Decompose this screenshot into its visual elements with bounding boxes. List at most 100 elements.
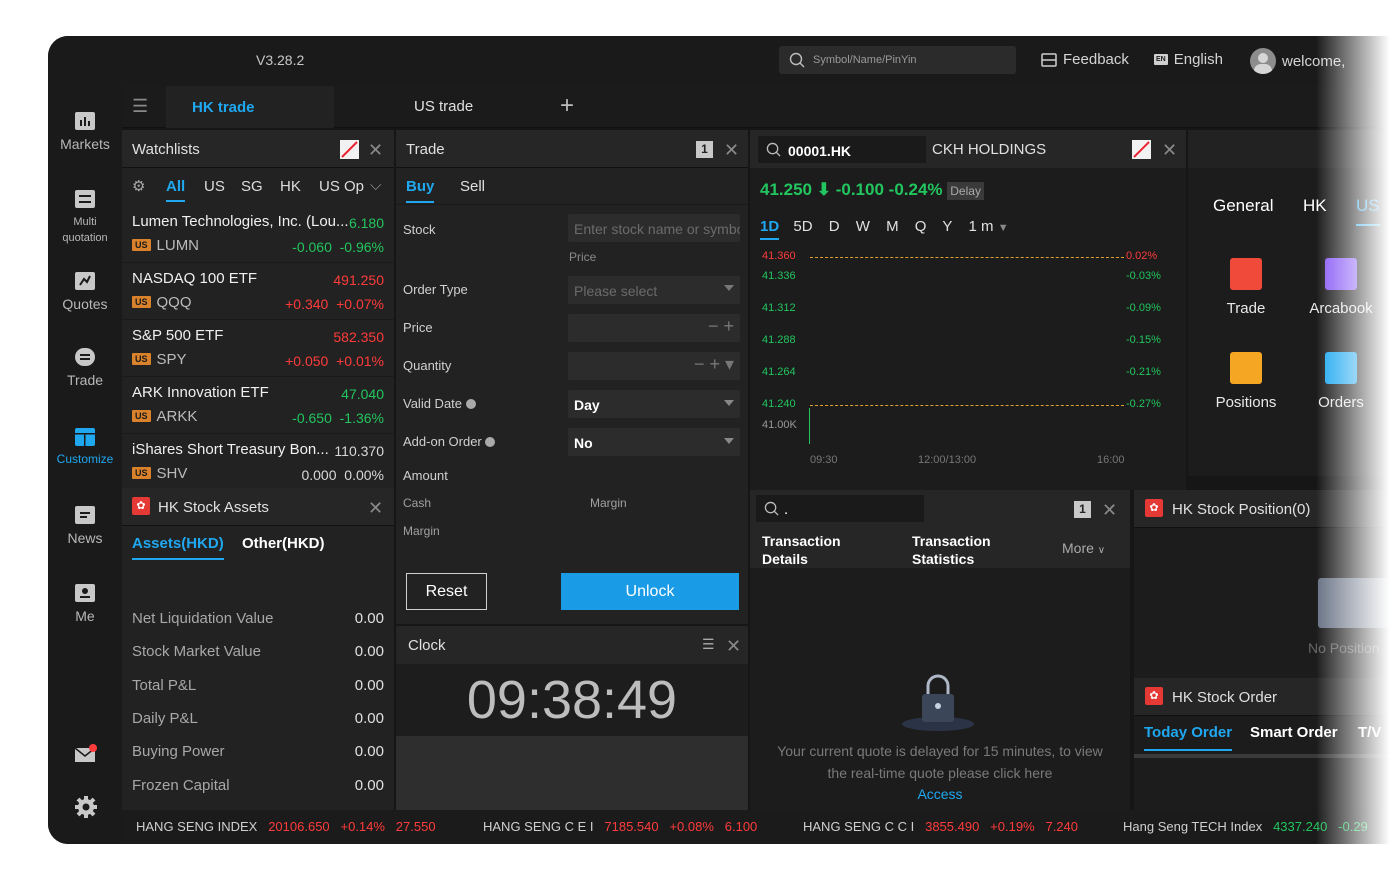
buy-tab[interactable]: Buy — [406, 178, 435, 203]
watchlist-row[interactable]: ARK Innovation ETF 47.040 US ARKK -0.650 -1.… — [122, 377, 394, 434]
period-d[interactable]: D — [829, 218, 840, 235]
stock-input[interactable]: Enter stock name or symbol — [568, 214, 740, 242]
settings-sliders-icon[interactable]: ☰ — [702, 636, 715, 653]
shortcut-trade[interactable]: Trade — [1200, 258, 1292, 317]
tab-today-order[interactable]: Today Order — [1144, 724, 1233, 751]
order-type-select[interactable]: Please select — [568, 276, 740, 304]
search-input[interactable]: Symbol/Name/PinYin — [779, 46, 1016, 74]
tab-transaction-details[interactable]: Transaction Details — [762, 532, 882, 568]
shortcut-orders[interactable]: Orders — [1295, 352, 1387, 411]
search-value: . — [784, 501, 789, 518]
close-icon[interactable]: ✕ — [368, 140, 383, 161]
amount-label: Amount — [403, 468, 448, 483]
sidebar-item-news[interactable]: News — [48, 506, 122, 546]
period-1d[interactable]: 1D — [760, 218, 780, 240]
settings-gear-icon[interactable] — [75, 796, 97, 821]
ticker-item[interactable]: Hang Seng TECH Index 4337.240 -0.29 — [1123, 819, 1379, 834]
filter-us-op[interactable]: US Op — [319, 178, 364, 195]
period-5d[interactable]: 5D — [793, 218, 812, 235]
index-pct: +0.08% — [669, 819, 714, 834]
watchlist-row[interactable]: Lumen Technologies, Inc. (Lou... 6.180 US L… — [122, 206, 394, 263]
access-link[interactable]: Access — [750, 786, 1130, 802]
settings-icon[interactable]: ⚙ — [132, 177, 145, 195]
shortcut-arcabook[interactable]: Arcabook — [1295, 258, 1387, 317]
filter-all[interactable]: All — [166, 178, 186, 202]
reset-button[interactable]: Reset — [406, 573, 487, 610]
user-menu[interactable]: welcome, — [1250, 48, 1345, 74]
price-input[interactable]: − + — [568, 314, 740, 342]
period-y[interactable]: Y — [942, 218, 952, 235]
stepper-icon[interactable]: − + ▾ — [694, 354, 734, 375]
language-button[interactable]: EN English — [1154, 51, 1223, 68]
sidebar-item-trade[interactable]: Trade — [48, 348, 122, 388]
index-pct: +0.19% — [990, 819, 1035, 834]
tab-smart-order[interactable]: Smart Order — [1250, 724, 1338, 741]
ticker-item[interactable]: HANG SENG C E I 7185.540 +0.08% 6.100 — [483, 819, 757, 834]
sell-tab[interactable]: Sell — [460, 178, 485, 195]
stepper-icon[interactable]: − + — [708, 316, 734, 337]
shortcut-positions[interactable]: Positions — [1200, 352, 1292, 411]
filter-sg[interactable]: SG — [241, 178, 263, 195]
quote-header: 00001.HK CKH HOLDINGS ✕ — [750, 130, 1186, 168]
mail-icon[interactable] — [74, 744, 98, 767]
link-group-badge[interactable]: 1 — [696, 141, 713, 158]
sidebar-item-customize[interactable]: Customize — [48, 428, 122, 466]
symbol-input[interactable]: 00001.HK — [758, 136, 926, 163]
tab-transaction-statistics[interactable]: Transaction Statistics — [912, 532, 1032, 568]
tab-us-trade[interactable]: US trade — [414, 98, 473, 115]
period-q[interactable]: Q — [915, 218, 927, 235]
watchlist-row[interactable]: NASDAQ 100 ETF 491.250 US QQQ +0.340 +0.07% — [122, 263, 394, 320]
tab-other-hkd[interactable]: Other(HKD) — [242, 535, 325, 552]
watchlist-row[interactable]: iShares Short Treasury Bon... 110.370 US SH… — [122, 434, 394, 488]
feedback-button[interactable]: Feedback — [1041, 51, 1129, 68]
price-label: Price — [403, 320, 433, 335]
close-icon[interactable]: ✕ — [1162, 140, 1177, 161]
quantity-input[interactable]: − + ▾ — [568, 352, 740, 380]
tab-tv[interactable]: T/V — [1358, 724, 1381, 741]
price-chart[interactable]: 41.360 0.02% 41.336 -0.03% 41.312 -0.09% 41.28… — [750, 244, 1186, 470]
sidebar-item-quotes[interactable]: Quotes — [48, 272, 122, 312]
stock-change-pct: -1.36% — [339, 410, 384, 426]
sidebar-item-markets[interactable]: Markets — [48, 112, 122, 152]
close-icon[interactable]: ✕ — [726, 636, 741, 657]
asset-value: 0.00 — [354, 709, 384, 727]
menu-icon[interactable]: ☰ — [132, 96, 148, 117]
period-w[interactable]: W — [856, 218, 870, 235]
add-tab-icon[interactable]: + — [560, 92, 574, 120]
tab-hk-trade[interactable]: HK trade — [166, 86, 334, 128]
sidebar: Markets Multi quotation Quotes Trade Cus… — [48, 86, 122, 844]
sidebar-item-me[interactable]: Me — [48, 584, 122, 624]
assets-header: HK Stock Assets — [122, 488, 394, 526]
valid-date-select[interactable]: Day — [568, 390, 740, 418]
tab-general[interactable]: General — [1213, 196, 1273, 216]
link-group-badge[interactable]: 1 — [1074, 501, 1091, 518]
ticker-item[interactable]: HANG SENG INDEX 20106.650 +0.14% 27.550 — [136, 819, 436, 834]
addon-value: No — [574, 435, 593, 451]
valid-date-value: Day — [574, 397, 600, 413]
more-button[interactable]: More ∨ — [1062, 540, 1105, 556]
chevron-down-icon[interactable]: ⌵ — [370, 177, 381, 194]
filter-hk[interactable]: HK — [280, 178, 301, 195]
sidebar-item-multi-quotation[interactable]: Multi quotation — [48, 190, 122, 246]
chevron-down-icon[interactable]: ▼ — [998, 222, 1009, 234]
filter-us[interactable]: US — [204, 178, 225, 195]
chart-toggle-icon[interactable] — [1132, 140, 1151, 159]
transactions-search-input[interactable]: . — [756, 495, 924, 522]
user-icon — [75, 584, 95, 602]
scrollbar[interactable] — [1134, 754, 1396, 758]
close-icon[interactable]: ✕ — [1102, 500, 1117, 521]
chart-toggle-icon[interactable] — [340, 140, 359, 159]
ticker-item[interactable]: HANG SENG C C I 3855.490 +0.19% 7.240 — [803, 819, 1078, 834]
tab-assets-hkd[interactable]: Assets(HKD) — [132, 535, 224, 560]
watchlist-row[interactable]: S&P 500 ETF 582.350 US SPY +0.050 +0.01% — [122, 320, 394, 377]
close-icon[interactable]: ✕ — [724, 140, 739, 161]
tab-us[interactable]: US — [1356, 196, 1380, 226]
unlock-button[interactable]: Unlock — [561, 573, 739, 610]
addon-select[interactable]: No — [568, 428, 740, 456]
period-m[interactable]: M — [886, 218, 899, 235]
period-1m[interactable]: 1 m — [969, 218, 994, 235]
welcome-label: welcome, — [1282, 52, 1346, 70]
close-icon[interactable]: ✕ — [368, 498, 383, 519]
stock-price: 582.350 — [333, 329, 384, 345]
tab-hk[interactable]: HK — [1303, 196, 1327, 216]
